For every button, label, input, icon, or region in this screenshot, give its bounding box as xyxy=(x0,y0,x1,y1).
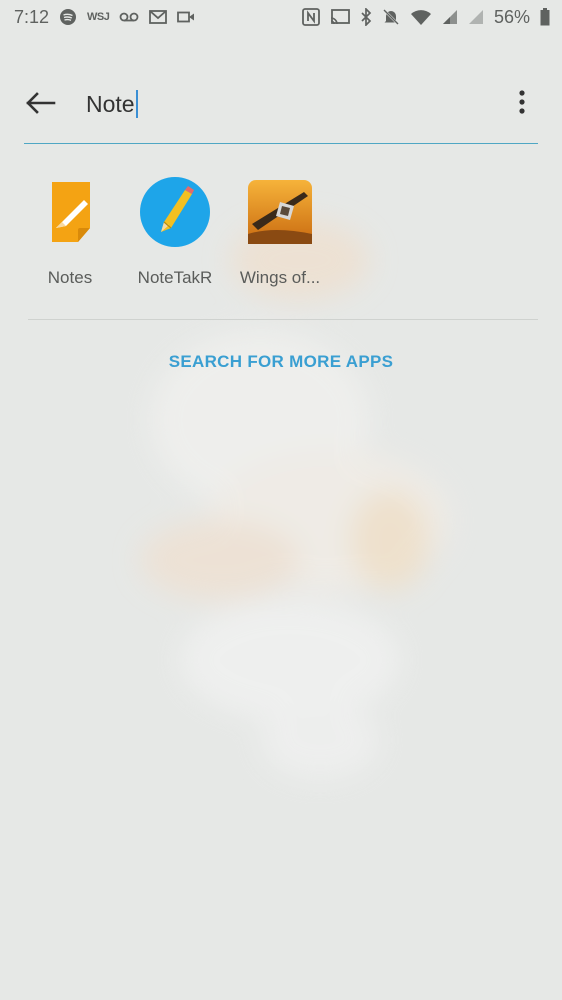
clock: 7:12 xyxy=(14,6,50,27)
wsj-icon: WSJ xyxy=(87,11,110,23)
app-result-notetakr[interactable]: NoteTakR xyxy=(120,172,230,288)
wifi-icon xyxy=(410,7,432,27)
arrow-left-icon xyxy=(26,92,56,114)
text-caret xyxy=(135,90,138,118)
search-input[interactable]: Note xyxy=(86,88,466,120)
status-bar: 7:12 WSJ 56% xyxy=(0,0,562,34)
app-result-notes[interactable]: Notes xyxy=(15,172,125,288)
app-result-wings-of[interactable]: Wings of... xyxy=(225,172,335,288)
back-button[interactable] xyxy=(24,88,60,118)
app-search-bar: Note xyxy=(24,72,538,144)
notes-app-icon xyxy=(52,182,90,242)
notetakr-app-icon xyxy=(140,177,210,247)
mute-icon xyxy=(382,7,400,27)
cast-icon xyxy=(330,7,350,27)
more-vert-icon xyxy=(519,90,525,114)
wallpaper-background xyxy=(140,220,450,780)
app-label: NoteTakR xyxy=(137,268,213,287)
app-label: Wings of... xyxy=(239,268,321,287)
spotify-icon xyxy=(59,7,77,27)
search-more-apps-button[interactable]: SEARCH FOR MORE APPS xyxy=(0,352,562,372)
signal-off-icon xyxy=(468,7,484,27)
gmail-icon xyxy=(149,7,168,27)
nfc-icon xyxy=(302,7,320,27)
voicemail-icon xyxy=(119,7,139,27)
bluetooth-icon xyxy=(360,7,372,27)
app-label: Notes xyxy=(47,268,93,287)
search-query-text: Note xyxy=(86,91,135,117)
overflow-menu-button[interactable] xyxy=(516,88,528,118)
signal-icon xyxy=(442,7,458,27)
divider xyxy=(28,319,538,320)
wings-of-app-icon xyxy=(248,180,312,244)
battery-percent: 56% xyxy=(493,6,530,27)
battery-icon xyxy=(540,7,550,27)
video-icon xyxy=(177,7,195,27)
